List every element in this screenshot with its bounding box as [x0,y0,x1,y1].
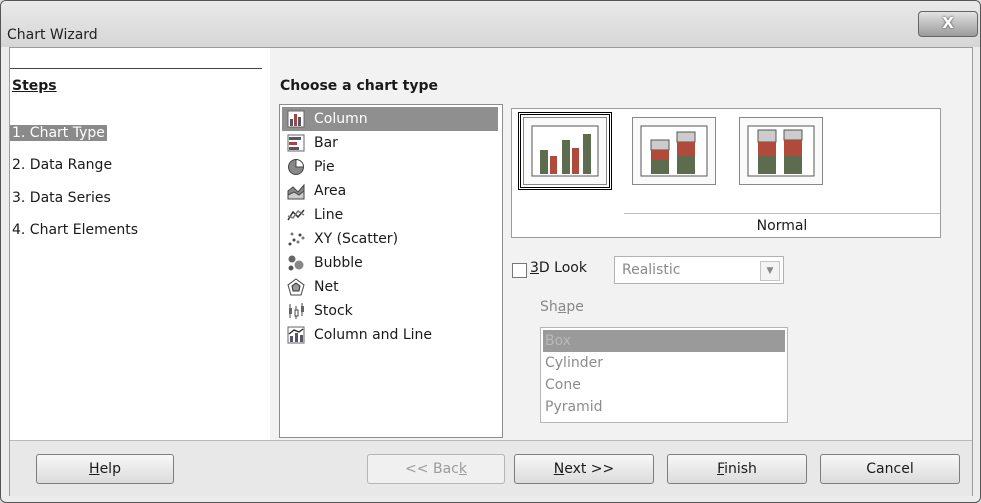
steps-heading: Steps [12,78,57,94]
chart-type-item[interactable]: Column and Line [282,323,498,347]
step-chart-type[interactable]: 1. Chart Type [10,125,107,141]
3d-style-dropdown[interactable]: Realistic ▼ [614,256,784,284]
stacked-column-variant-icon [640,125,708,177]
help-mnemonic: H [89,461,100,477]
chart-type-list[interactable]: Column Bar Pie Area Line XY (Scatter) Bu… [279,104,503,438]
column-and-line-chart-icon [287,326,305,344]
normal-column-variant[interactable] [518,112,612,190]
step-data-series[interactable]: 3. Data Series [12,190,111,206]
line-chart-icon [287,209,305,221]
3d-look-checkbox[interactable] [512,263,527,278]
shape-label: Shape [540,299,584,315]
normal-column-variant-icon [531,125,599,177]
chart-type-item[interactable]: Stock [282,299,498,323]
back-mnemonic: k [458,461,467,477]
chart-type-label: Area [314,183,347,199]
chart-wizard-dialog: Chart Wizard X Steps 1. Chart Type 2. Da… [0,0,981,503]
bar-chart-icon [287,134,305,152]
next-mnemonic: N [553,461,565,477]
chart-type-label: Column and Line [314,327,433,343]
stacked-column-variant[interactable] [632,117,716,185]
shape-item-pyramid[interactable]: Pyramid [543,396,785,418]
percent-stacked-column-variant-icon [747,125,815,177]
3d-look-text: D Look [538,260,587,276]
window-title: Chart Wizard [7,27,98,43]
step-data-range[interactable]: 2. Data Range [12,157,112,173]
chart-type-item[interactable]: Pie [282,155,498,179]
chart-type-item[interactable]: Line [282,203,498,227]
finish-button[interactable]: Finish [667,454,807,484]
chart-type-label: Line [314,207,344,223]
shape-label-prefix: Sh [540,299,558,315]
title-bar[interactable]: Chart Wizard X [1,1,980,47]
steps-panel: Steps 1. Chart Type 2. Data Range 3. Dat… [10,48,270,440]
3d-style-value: Realistic [622,262,681,278]
next-button[interactable]: Next >> [514,454,654,484]
shape-item-cone[interactable]: Cone [543,374,785,396]
area-chart-icon [287,183,305,200]
pie-chart-icon [288,158,305,175]
chart-type-label: XY (Scatter) [314,231,399,247]
chart-type-heading: Choose a chart type [280,78,439,94]
shape-item-box[interactable]: Box [543,330,785,352]
help-button[interactable]: Help [36,454,174,484]
dialog-body: Steps 1. Chart Type 2. Data Range 3. Dat… [9,47,973,496]
bubble-chart-icon [288,255,304,271]
back-button[interactable]: << Back [367,454,505,484]
chart-type-item[interactable]: Net [282,275,498,299]
column-chart-icon [287,110,305,128]
help-text: elp [99,461,121,477]
chart-type-item[interactable]: Bubble [282,251,498,275]
next-text: ext >> [564,461,615,477]
chart-type-label: Net [314,279,339,295]
chart-type-item[interactable]: XY (Scatter) [282,227,498,251]
chart-type-item[interactable]: Area [282,179,498,203]
chart-type-label: Bar [314,135,338,151]
3d-look-label[interactable]: 3D Look [530,260,587,276]
steps-divider [10,68,262,69]
cancel-button[interactable]: Cancel [820,454,960,484]
chart-variant-panel: Normal [511,108,941,238]
chart-type-item[interactable]: Column [282,107,498,131]
shape-item-cylinder[interactable]: Cylinder [543,352,785,374]
finish-text: inish [724,461,757,477]
3d-look-mnemonic: 3 [530,260,539,276]
shape-label-suffix: pe [566,299,584,315]
chart-type-label: Column [314,111,368,127]
shape-list[interactable]: Box Cylinder Cone Pyramid [540,327,788,423]
step-chart-elements[interactable]: 4. Chart Elements [12,222,138,238]
chart-type-page: Choose a chart type Column Bar Pie Area … [272,48,972,440]
chart-type-label: Pie [314,159,335,175]
stock-chart-icon [289,303,304,319]
chart-type-label: Bubble [314,255,363,271]
variant-name: Normal [624,213,940,238]
scatter-chart-icon [288,232,305,246]
back-text: << Bac [405,461,459,477]
chevron-down-icon[interactable]: ▼ [760,261,780,281]
net-chart-icon [287,278,305,296]
chart-type-item[interactable]: Bar [282,131,498,155]
close-button[interactable]: X [918,11,978,37]
chart-type-label: Stock [314,303,353,319]
percent-stacked-column-variant[interactable] [739,117,823,185]
button-bar: Help << Back Next >> Finish Cancel [10,440,972,496]
